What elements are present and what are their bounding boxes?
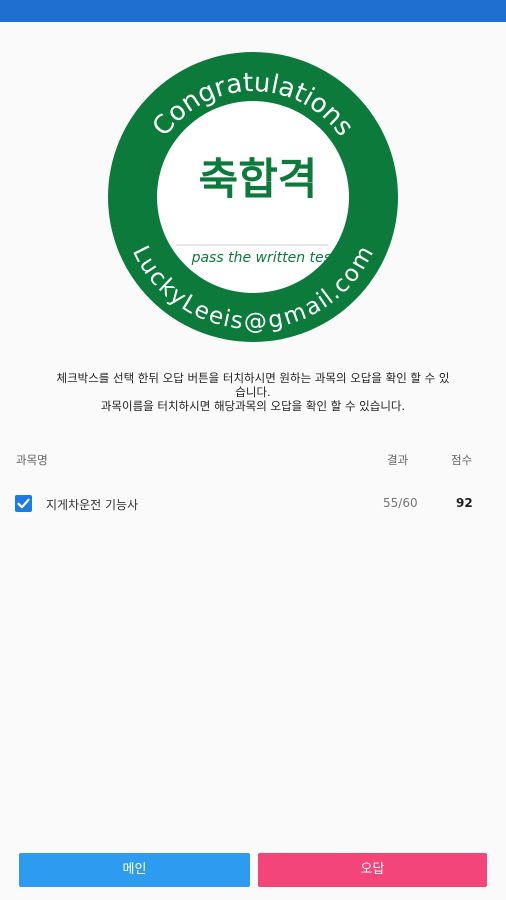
instructions-line-3: 과목이름을 터치하시면 해당과목의 오답을 확인 할 수 있습니다. (100, 399, 406, 413)
header-subject: 과목명 (16, 453, 48, 467)
header-score: 점수 (451, 453, 473, 467)
seal-sub-text: pass the written test (191, 250, 337, 266)
instructions: 체크박스를 선택 한뒤 오답 버튼을 터치하시면 원하는 과목의 오답을 확인 … (18, 371, 488, 413)
subject-score: 92 (456, 496, 473, 510)
header-result: 결과 (387, 453, 409, 467)
seal-center-text: 축합격 (199, 155, 318, 205)
wrong-answers-button[interactable]: 오답 (258, 853, 487, 887)
subject-name[interactable]: 지게차운전 기능사 (46, 496, 138, 513)
congratulations-seal: Congratulations LuckyLeeis@gmail.com 축합격… (108, 52, 398, 342)
subject-row[interactable]: 지게차운전 기능사 55/60 92 (0, 486, 506, 522)
subject-result: 55/60 (383, 496, 418, 510)
main-button[interactable]: 메인 (19, 853, 250, 887)
instructions-line-1: 체크박스를 선택 한뒤 오답 버튼을 터치하시면 원하는 과목의 오답을 확인 … (56, 371, 450, 385)
check-icon (17, 498, 30, 509)
instructions-line-2: 습니다. (235, 385, 271, 399)
status-bar (0, 0, 506, 22)
subject-checkbox[interactable] (15, 495, 32, 512)
